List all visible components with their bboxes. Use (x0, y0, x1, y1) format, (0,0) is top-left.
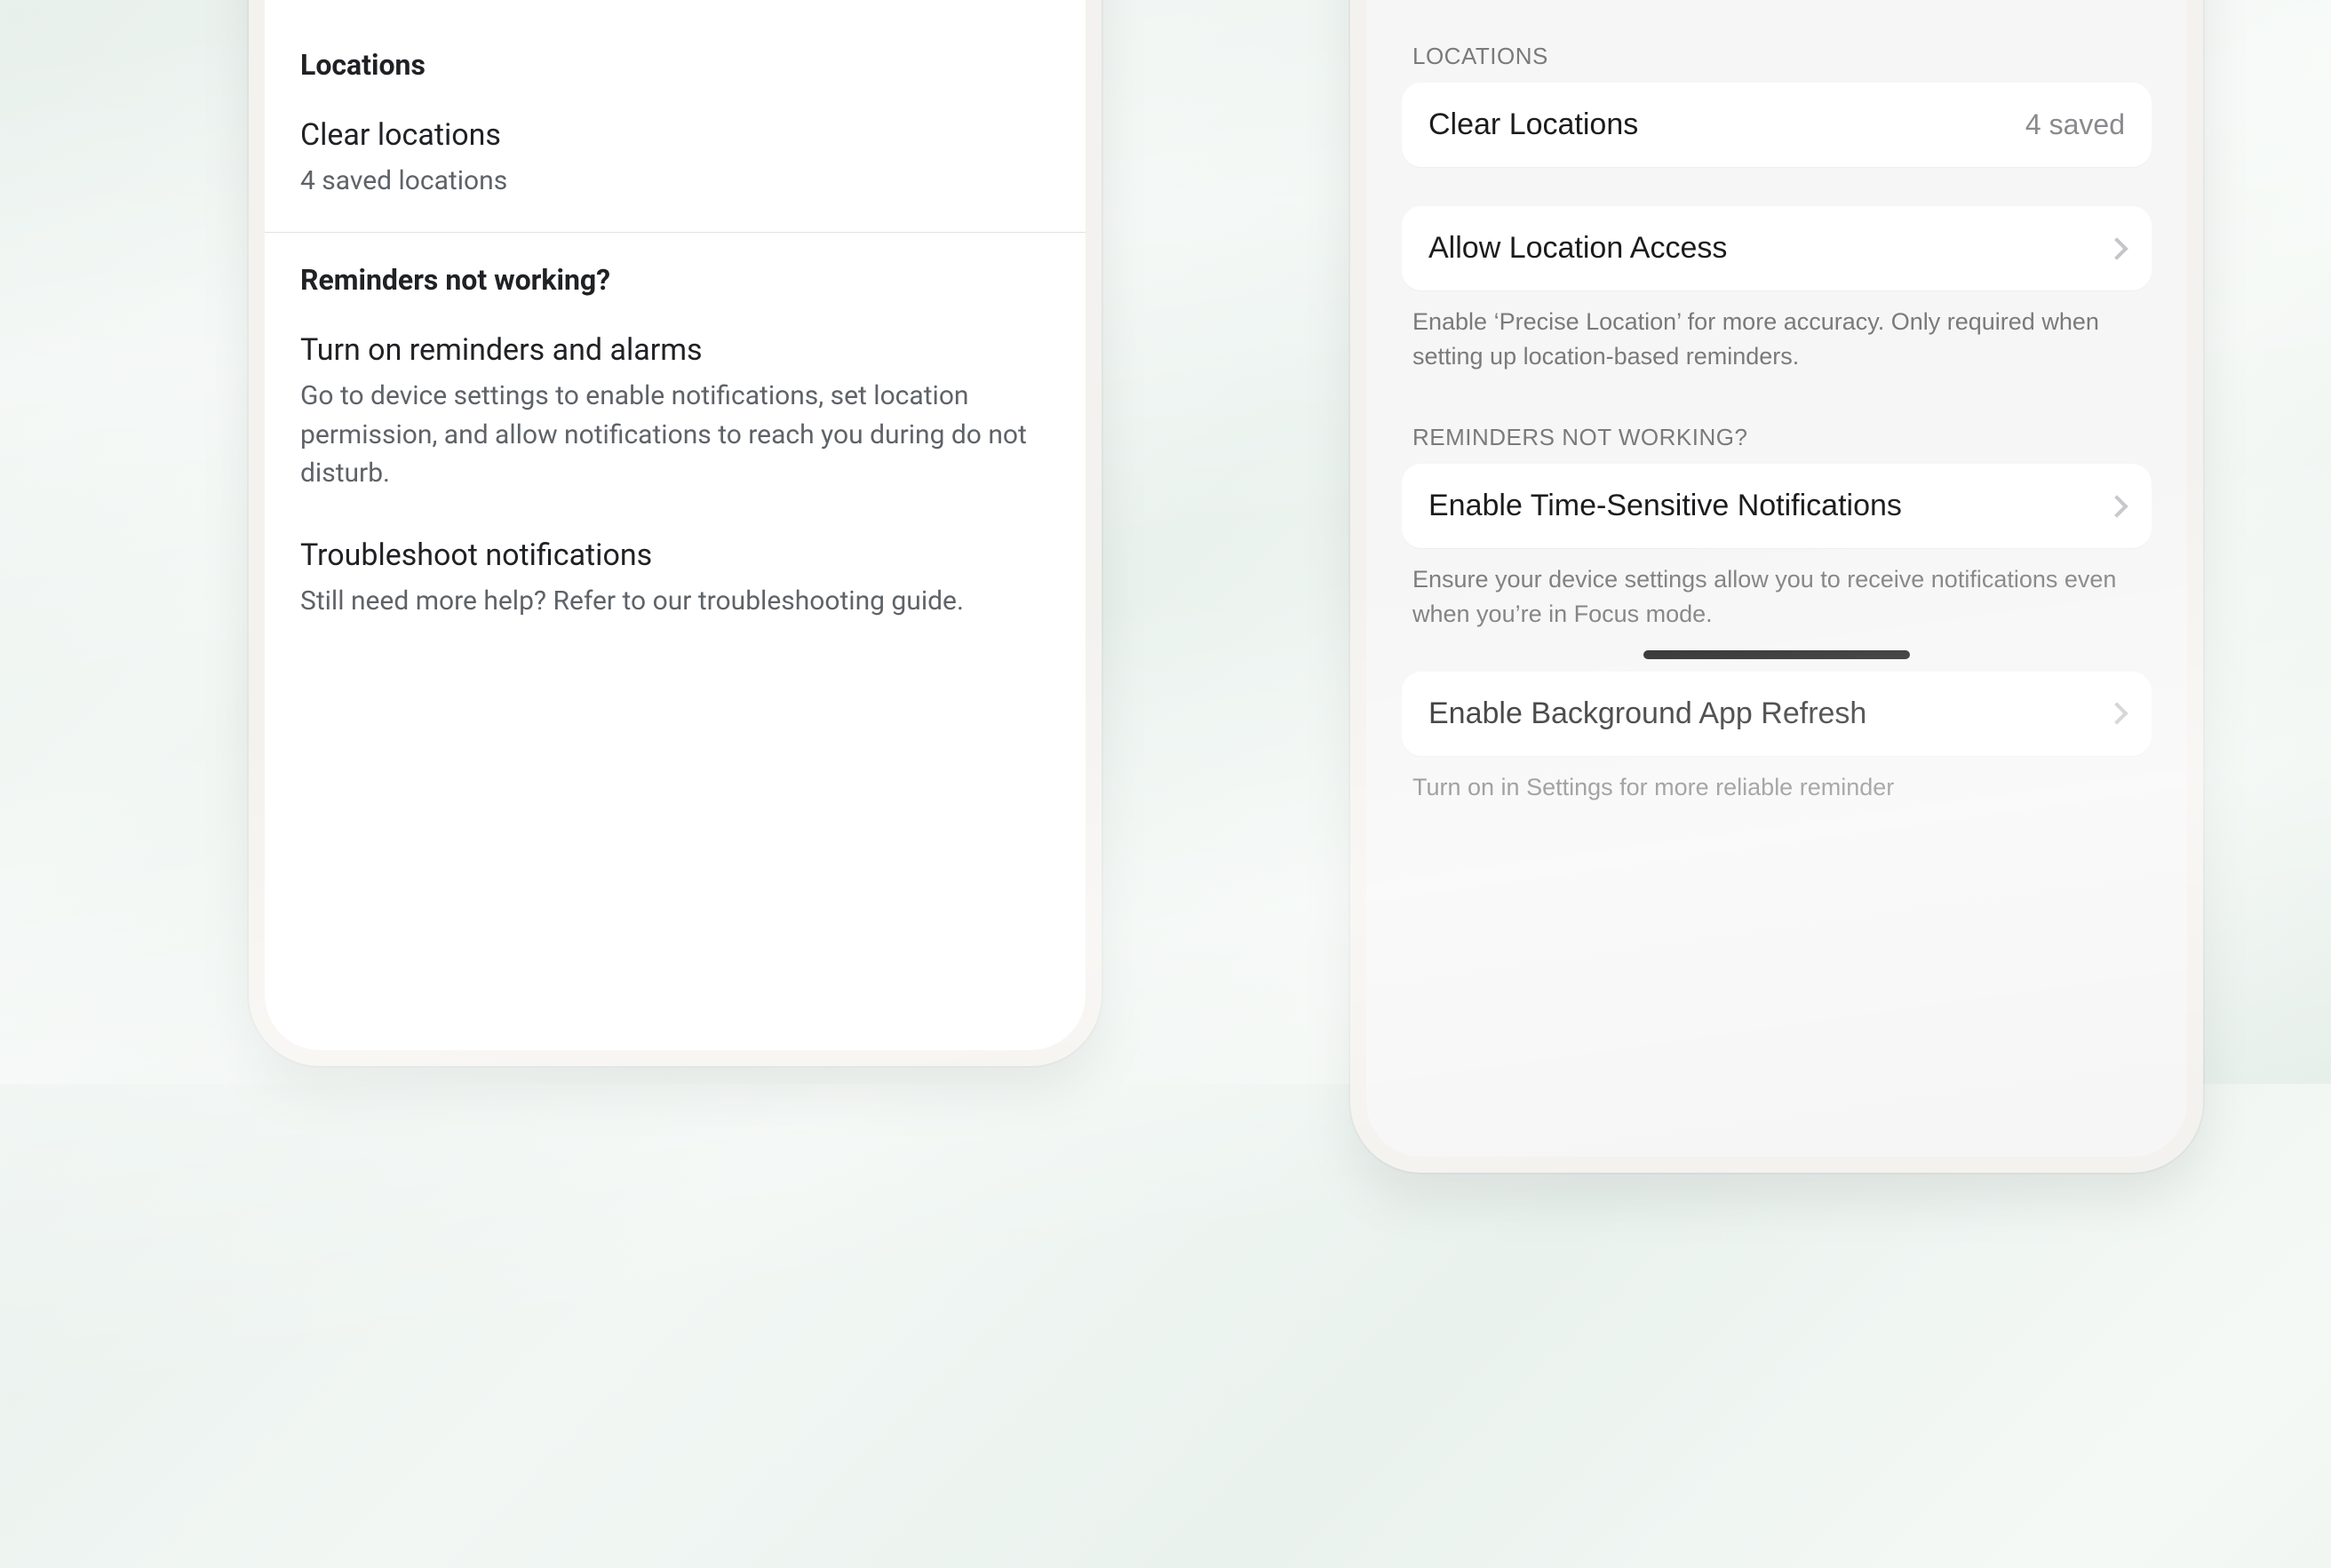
chevron-right-icon (2105, 495, 2128, 517)
item-troubleshoot-notifications[interactable]: Troubleshoot notifications Still need mo… (265, 518, 1086, 645)
item-title: Troubleshoot notifications (300, 536, 1050, 577)
row-footer: Ensure your device settings allow you to… (1402, 548, 2152, 632)
android-settings-list: Locations Clear locations 4 saved locati… (265, 0, 1086, 1050)
row-allow-location-access[interactable]: Allow Location Access (1402, 206, 2152, 291)
item-subtitle: Still need more help? Refer to our troub… (300, 582, 1050, 621)
spacer (1402, 167, 2152, 206)
row-enable-time-sensitive[interactable]: Enable Time-Sensitive Notifications (1402, 464, 2152, 548)
section-header-reminders: Reminders not working? (265, 233, 1086, 313)
home-indicator (1643, 650, 1910, 659)
row-label: Enable Time-Sensitive Notifications (1428, 489, 1902, 523)
row-footer: Enable ‘Precise Location’ for more accur… (1402, 291, 2152, 374)
row-enable-background-refresh[interactable]: Enable Background App Refresh (1402, 672, 2152, 756)
spacer (1402, 633, 2152, 672)
row-clear-locations[interactable]: Clear Locations 4 saved (1402, 83, 2152, 167)
item-turn-on-reminders[interactable]: Turn on reminders and alarms Go to devic… (265, 313, 1086, 517)
screen-left: Locations Clear locations 4 saved locati… (265, 0, 1086, 1050)
chevron-right-icon (2105, 237, 2128, 259)
section-header-locations: Locations (265, 16, 1086, 98)
item-clear-locations[interactable]: Clear locations 4 saved locations (265, 98, 1086, 225)
row-label: Allow Location Access (1428, 231, 1727, 266)
item-title: Turn on reminders and alarms (300, 330, 1050, 371)
item-subtitle: Go to device settings to enable notifica… (300, 377, 1050, 493)
phone-frame-right: Locations Clear Locations 4 saved Allow … (1350, 0, 2203, 1173)
row-footer: Turn on in Settings for more reliable re… (1402, 756, 2152, 805)
row-label: Enable Background App Refresh (1428, 696, 1866, 731)
group-label-reminders: Reminders not working? (1402, 374, 2152, 464)
item-title: Clear locations (300, 115, 1050, 156)
ios-settings-list: Locations Clear Locations 4 saved Allow … (1366, 0, 2187, 1157)
phone-frame-left: Locations Clear locations 4 saved locati… (249, 0, 1102, 1066)
group-label-locations: Locations (1402, 16, 2152, 83)
item-subtitle: 4 saved locations (300, 162, 1050, 201)
chevron-right-icon (2105, 702, 2128, 724)
row-label: Clear Locations (1428, 107, 1638, 142)
row-value: 4 saved (2025, 108, 2125, 141)
screen-right: Locations Clear Locations 4 saved Allow … (1366, 0, 2187, 1157)
